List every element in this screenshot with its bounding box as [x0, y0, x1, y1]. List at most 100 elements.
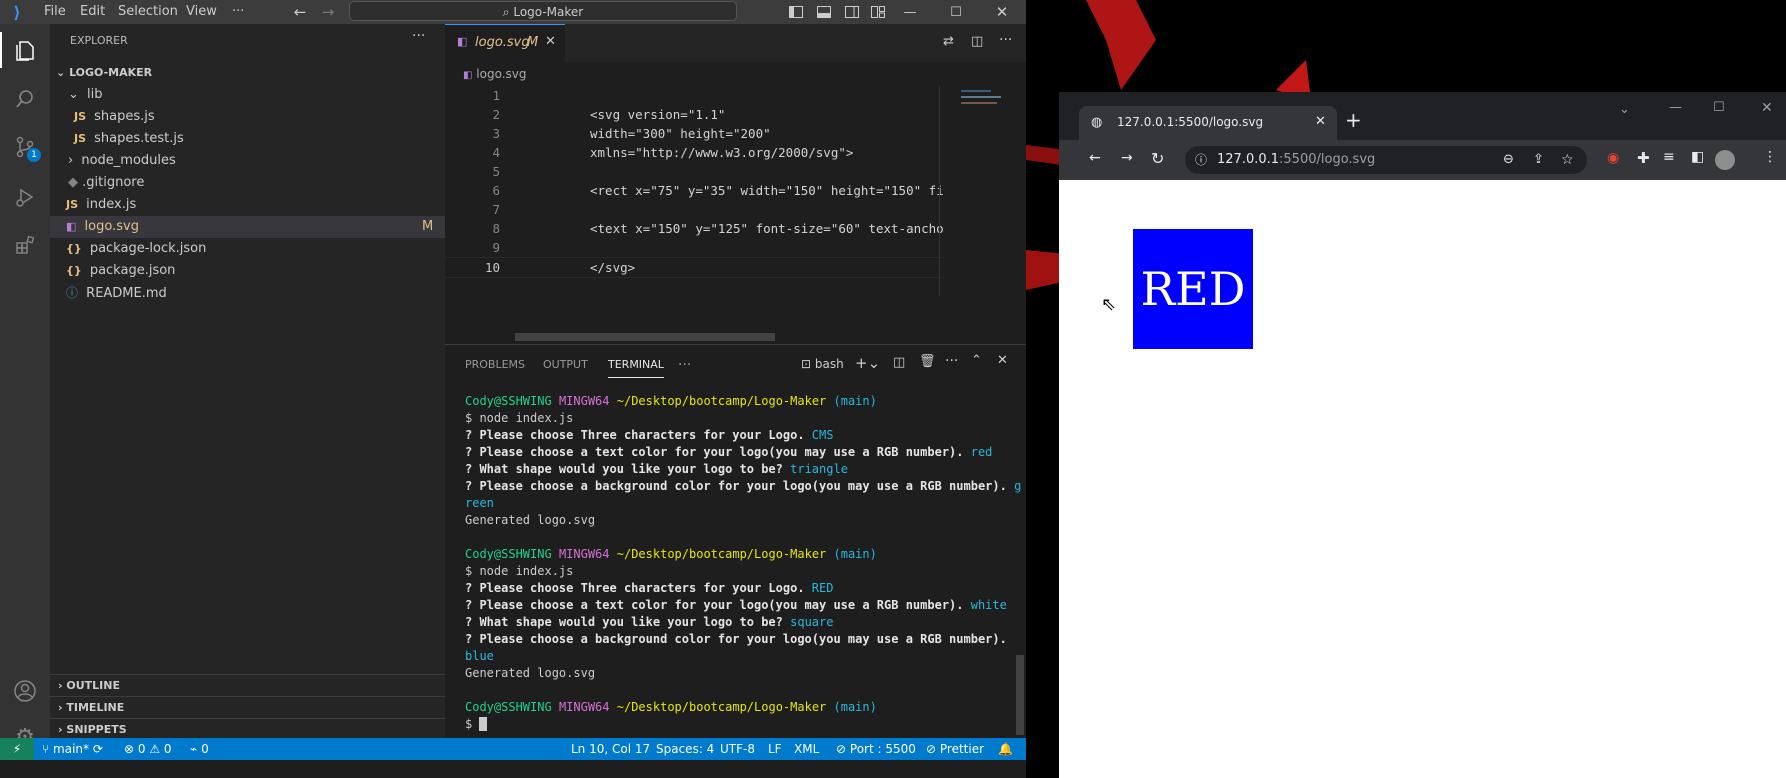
- tree-item-readme[interactable]: ⓘ README.md: [50, 282, 445, 304]
- code-line: 3 width="300" height="200": [492, 126, 771, 141]
- close-window-icon[interactable]: ✕: [1761, 100, 1773, 116]
- editor-more-icon[interactable]: ···: [999, 32, 1012, 48]
- split-terminal-icon[interactable]: ◫: [893, 355, 905, 370]
- bookmark-star-icon[interactable]: ☆: [1561, 146, 1574, 174]
- extensions-icon[interactable]: [0, 222, 50, 268]
- terminal-line: Cody@SSHWING MINGW64 ~/Desktop/bootcamp/…: [465, 700, 877, 714]
- back-arrow-icon[interactable]: ←: [1089, 150, 1101, 166]
- menu-view[interactable]: View: [186, 0, 217, 24]
- new-terminal-icon[interactable]: +⌄: [855, 354, 880, 372]
- extensions-puzzle-icon[interactable]: ✚: [1637, 149, 1650, 167]
- new-tab-icon[interactable]: +: [1345, 108, 1362, 132]
- code-line: 1: [492, 88, 500, 103]
- encoding[interactable]: UTF-8: [720, 738, 755, 760]
- close-window-icon[interactable]: ✕: [982, 0, 1022, 24]
- prettier-status[interactable]: ⊘ Prettier: [926, 738, 984, 760]
- reload-icon[interactable]: ↻: [1151, 149, 1164, 168]
- cursor-position[interactable]: Ln 10, Col 17: [571, 738, 650, 760]
- command-center-search[interactable]: ⌕ Logo-Maker: [349, 1, 737, 21]
- minimize-icon[interactable]: —: [1669, 100, 1682, 115]
- toggle-panel-icon[interactable]: [816, 4, 832, 20]
- panel-tab-terminal[interactable]: TERMINAL: [608, 353, 664, 378]
- tree-item-index-js[interactable]: JS index.js: [50, 194, 445, 216]
- eol[interactable]: LF: [768, 738, 782, 760]
- tree-item-shapes-js[interactable]: JS shapes.js: [50, 106, 445, 128]
- close-tab-icon[interactable]: ✕: [1315, 114, 1326, 129]
- back-arrow-icon[interactable]: ←: [290, 0, 310, 24]
- tree-label: node_modules: [81, 153, 176, 168]
- close-panel-icon[interactable]: ✕: [997, 353, 1008, 368]
- section-timeline[interactable]: › TIMELINE: [50, 696, 445, 719]
- menu-selection[interactable]: Selection: [118, 0, 178, 24]
- tree-item-lib[interactable]: ⌄ lib: [50, 84, 445, 106]
- minimap[interactable]: [961, 86, 1011, 126]
- terminal-shell[interactable]: ⊡ bash: [801, 357, 844, 371]
- explorer-more-icon[interactable]: ···: [412, 28, 425, 44]
- panel-tab-problems[interactable]: PROBLEMS: [465, 353, 525, 377]
- search-icon[interactable]: [0, 76, 50, 122]
- panel-more-icon[interactable]: ···: [678, 353, 691, 377]
- ports-status[interactable]: ⌁ 0: [190, 738, 209, 760]
- tree-label: shapes.test.js: [94, 131, 184, 146]
- toggle-secondary-sidebar-icon[interactable]: [844, 4, 860, 20]
- avatar[interactable]: [1715, 150, 1735, 170]
- forward-arrow-icon[interactable]: →: [318, 0, 338, 24]
- forward-arrow-icon[interactable]: →: [1121, 150, 1133, 166]
- extension-icon[interactable]: ◉: [1607, 150, 1619, 166]
- tab-label: logo.svg: [475, 35, 530, 50]
- bell-icon[interactable]: 🔔: [998, 738, 1013, 760]
- close-tab-icon[interactable]: ✕: [545, 34, 556, 49]
- chevron-right-icon: ›: [68, 153, 74, 168]
- remote-icon[interactable]: ⚡: [0, 738, 34, 760]
- tree-item-gitignore[interactable]: ◆ .gitignore: [50, 172, 445, 194]
- horizontal-scrollbar[interactable]: [515, 333, 775, 341]
- maximize-icon[interactable]: ☐: [936, 0, 976, 24]
- reading-list-icon[interactable]: ≡: [1663, 149, 1675, 165]
- panel-tab-output[interactable]: OUTPUT: [543, 353, 588, 377]
- terminal[interactable]: Cody@SSHWING MINGW64 ~/Desktop/bootcamp/…: [445, 393, 1021, 733]
- terminal-scrollbar[interactable]: [1016, 655, 1024, 735]
- site-info-icon[interactable]: ⓘ: [1195, 146, 1207, 174]
- git-branch[interactable]: ⑂ main* ⟳: [42, 738, 103, 760]
- tab-search-icon[interactable]: ⌄: [1619, 102, 1630, 117]
- toggle-sidebar-icon[interactable]: [788, 4, 804, 20]
- code-editor[interactable]: 1 2 <svg version="1.1" 3 width="300" heigh…: [445, 86, 945, 296]
- project-root[interactable]: ⌄ LOGO-MAKER: [50, 62, 445, 84]
- maximize-icon[interactable]: ☐: [1713, 100, 1725, 115]
- chevron-right-icon: ›: [58, 679, 63, 692]
- side-panel-icon[interactable]: ◧: [1691, 149, 1704, 165]
- tree-item-logo-svg[interactable]: ◧ logo.svg M: [50, 216, 445, 238]
- compare-changes-icon[interactable]: ⇄: [943, 34, 954, 49]
- menu-edit[interactable]: Edit: [80, 0, 105, 24]
- panel-actions-icon[interactable]: ···: [945, 353, 958, 369]
- tree-label: index.js: [86, 197, 137, 212]
- live-server-port[interactable]: ⊘ Port : 5500: [836, 738, 916, 760]
- address-bar[interactable]: ⓘ 127.0.0.1:5500/logo.svg ⊖ ⇪ ☆: [1185, 146, 1587, 174]
- tree-item-node-modules[interactable]: › node_modules: [50, 150, 445, 172]
- section-outline[interactable]: › OUTLINE: [50, 674, 445, 697]
- source-control-icon[interactable]: [0, 124, 50, 170]
- breadcrumb[interactable]: ◧ logo.svg: [463, 64, 527, 84]
- explorer-files-icon[interactable]: [0, 28, 50, 74]
- tree-item-shapes-test-js[interactable]: JS shapes.test.js: [50, 128, 445, 150]
- indentation[interactable]: Spaces: 4: [656, 738, 714, 760]
- customize-layout-icon[interactable]: [870, 4, 886, 20]
- maximize-panel-icon[interactable]: ⌃: [971, 353, 982, 368]
- accounts-icon[interactable]: [0, 668, 50, 714]
- minimize-icon[interactable]: —: [890, 0, 930, 24]
- editor-tab-logo-svg[interactable]: ◧ logo.svg M ✕: [445, 24, 565, 62]
- run-debug-icon[interactable]: [0, 174, 50, 220]
- tree-item-package-lock-json[interactable]: {} package-lock.json: [50, 238, 445, 260]
- problems-status[interactable]: ⊗ 0 ⚠ 0: [124, 738, 172, 760]
- menu-more[interactable]: ···: [232, 0, 244, 24]
- browser-tab[interactable]: ◍ 127.0.0.1:5500/logo.svg ✕: [1079, 106, 1337, 140]
- code-line: 2 <svg version="1.1": [492, 107, 726, 122]
- browser-menu-icon[interactable]: ⋮: [1763, 149, 1777, 165]
- split-editor-icon[interactable]: ◫: [971, 34, 983, 49]
- trash-icon[interactable]: 🗑: [919, 354, 936, 369]
- menu-file[interactable]: File: [44, 0, 66, 24]
- zoom-icon[interactable]: ⊖: [1503, 146, 1514, 174]
- language-mode[interactable]: XML: [794, 738, 819, 760]
- tree-item-package-json[interactable]: {} package.json: [50, 260, 445, 282]
- share-icon[interactable]: ⇪: [1533, 146, 1544, 174]
